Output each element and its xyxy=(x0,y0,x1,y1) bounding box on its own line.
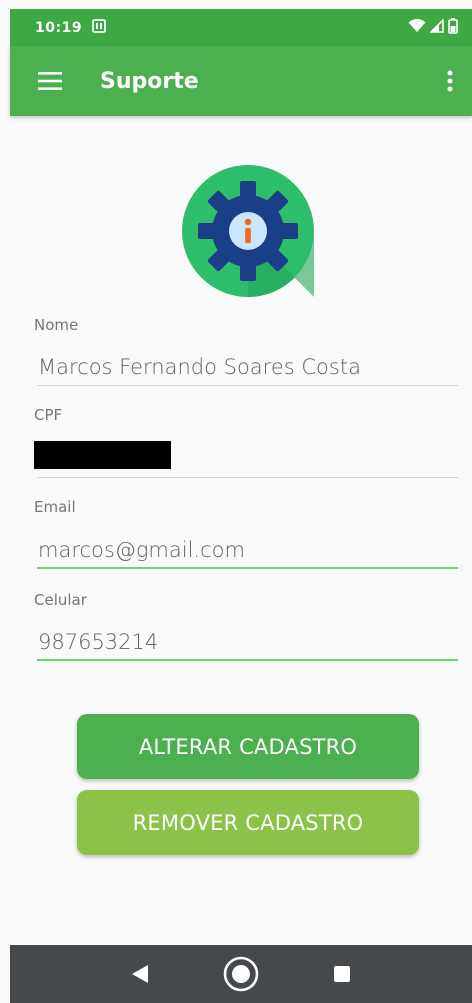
cpf-label: CPF xyxy=(34,406,63,424)
back-triangle-icon[interactable] xyxy=(116,950,164,998)
status-bar: 10:19 xyxy=(10,9,472,46)
gear-info-icon xyxy=(182,165,314,297)
email-field[interactable] xyxy=(38,538,458,562)
recents-square-icon[interactable] xyxy=(318,950,366,998)
phone-field[interactable] xyxy=(38,630,458,654)
name-label: Nome xyxy=(34,316,79,334)
notification-icon xyxy=(92,18,106,37)
battery-icon xyxy=(448,17,458,38)
remove-cadastro-button[interactable]: REMOVER CADASTRO xyxy=(77,790,419,855)
signal-icon xyxy=(429,17,444,37)
app-bar: Suporte xyxy=(10,46,472,116)
page-title: Suporte xyxy=(100,68,199,94)
name-field-underline xyxy=(37,385,458,386)
email-field-underline xyxy=(37,567,458,569)
status-time: 10:19 xyxy=(35,19,83,36)
system-nav-bar xyxy=(10,945,472,1003)
cpf-field-underline xyxy=(37,477,458,478)
email-label: Email xyxy=(34,498,76,516)
home-circle-icon[interactable] xyxy=(217,950,265,998)
more-vert-icon[interactable] xyxy=(438,57,462,105)
name-field[interactable] xyxy=(38,355,458,379)
phone-field-underline xyxy=(37,659,458,661)
alter-cadastro-button[interactable]: ALTERAR CADASTRO xyxy=(77,714,419,779)
status-icons xyxy=(408,17,458,38)
hamburger-menu-icon[interactable] xyxy=(22,53,78,109)
phone-label: Celular xyxy=(34,591,87,609)
cpf-redacted-value[interactable] xyxy=(34,441,171,469)
wifi-icon xyxy=(408,18,426,37)
